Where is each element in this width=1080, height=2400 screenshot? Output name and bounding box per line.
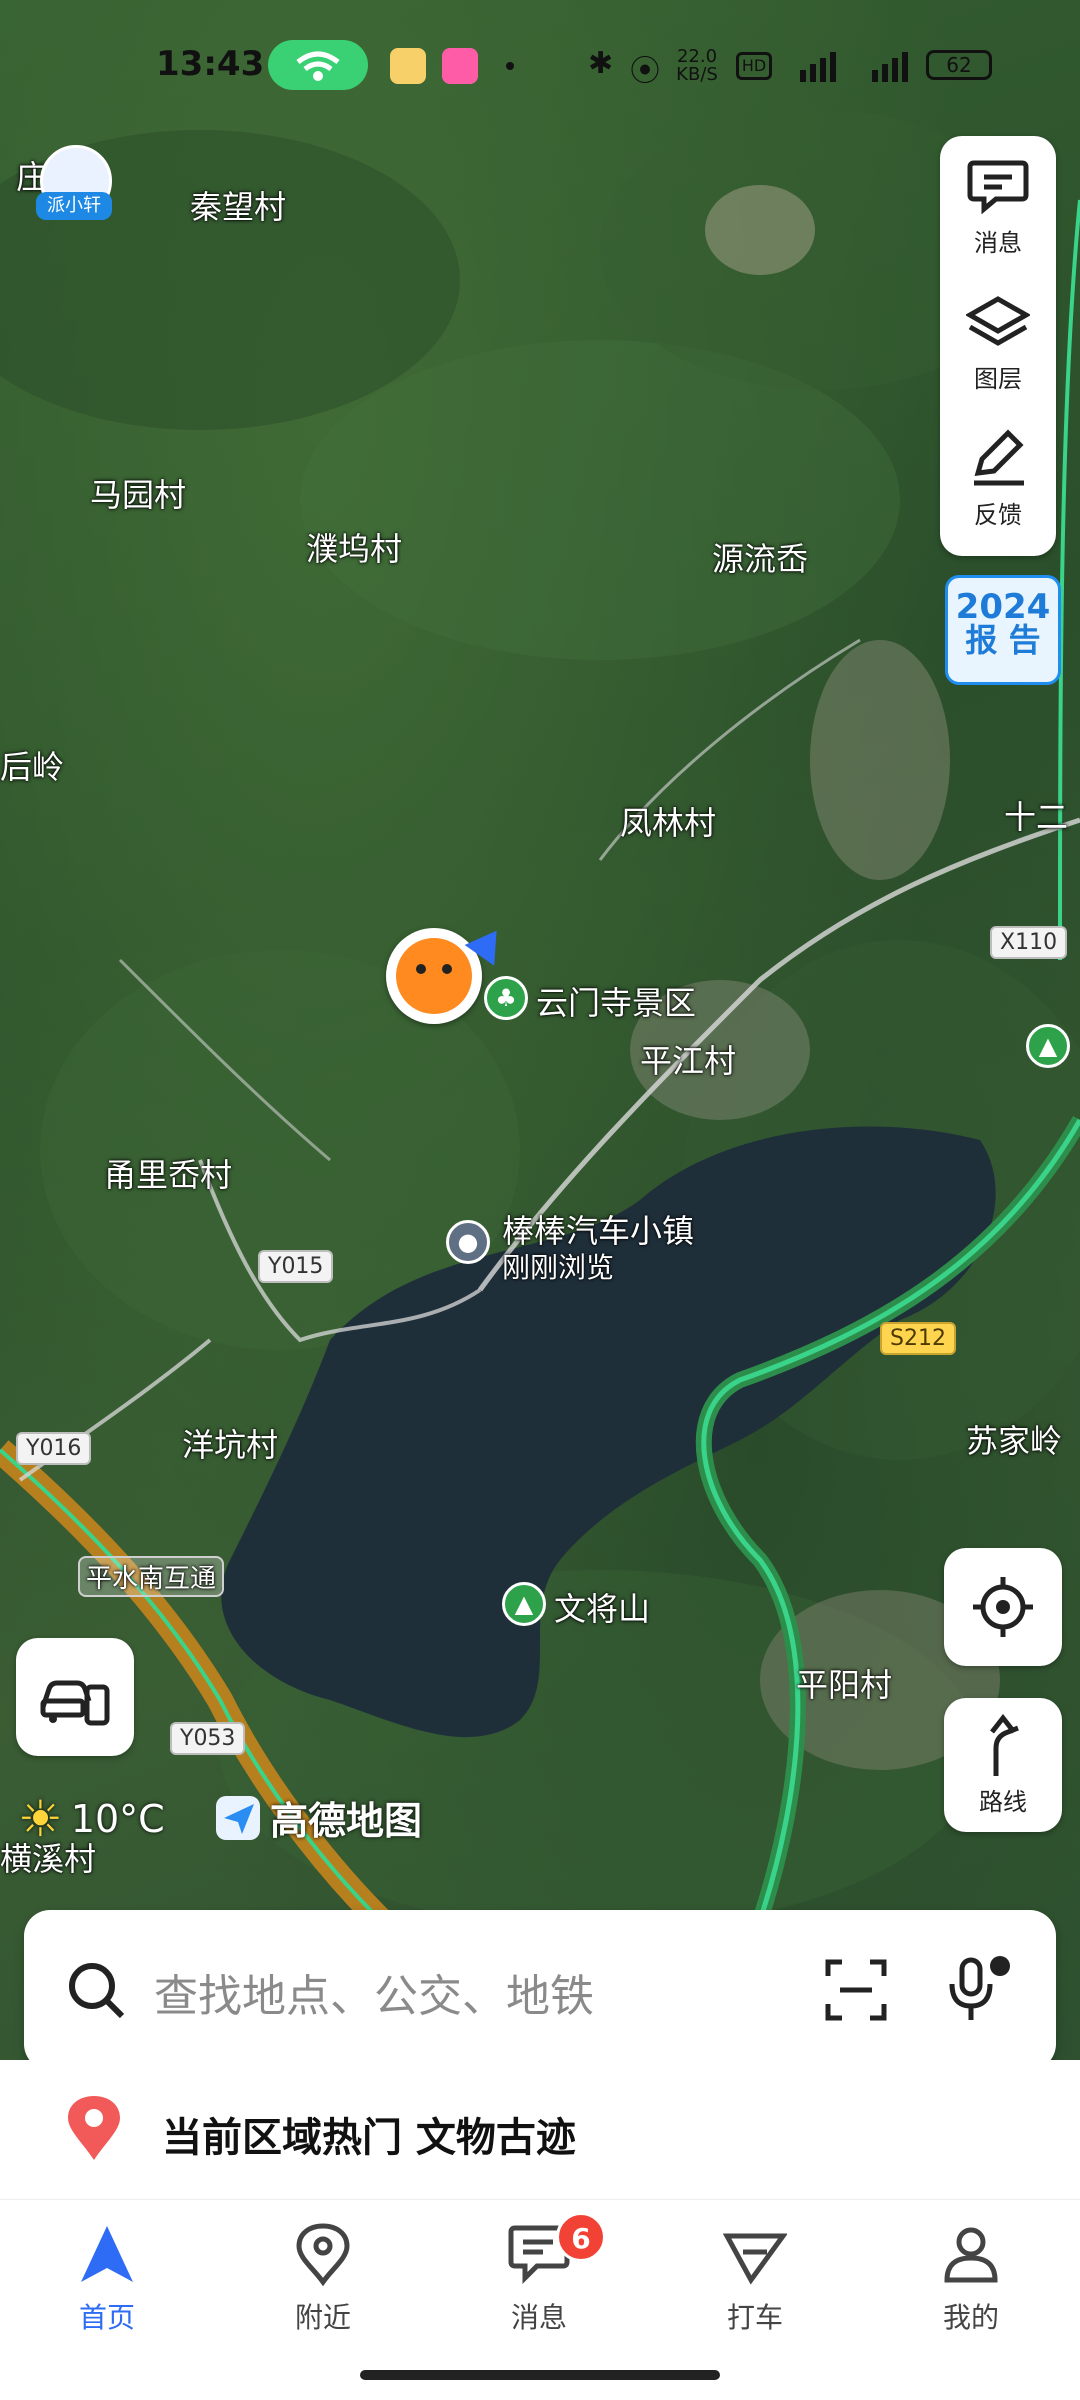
annual-report-badge[interactable]: 2024 报 告 (945, 575, 1061, 685)
search-bar[interactable]: 查找地点、公交、地铁 (24, 1910, 1056, 2070)
hd-icon: HD (736, 52, 772, 80)
map-label[interactable]: 平江村 (640, 1036, 736, 1082)
layers-tool-button[interactable]: 图层 (940, 278, 1056, 408)
map-label[interactable]: 秦望村 (190, 182, 286, 228)
layers-tool-label: 图层 (974, 364, 1022, 393)
user-icon (944, 2227, 998, 2283)
route-button[interactable]: 路线 (944, 1698, 1062, 1832)
edit-icon (974, 428, 1024, 485)
search-input[interactable]: 查找地点、公交、地铁 (154, 1960, 594, 2024)
map-screen: 庄 秦望村 马园村 濮坞村 源流岙 后岭 凤林村 十二 云门寺景区 平江村 甬里… (0, 0, 1080, 2400)
scan-icon[interactable] (824, 1958, 888, 2022)
feedback-tool-button[interactable]: 反馈 (940, 414, 1056, 544)
battery-level: 62 (926, 50, 992, 80)
road-badge: Y053 (170, 1722, 246, 1755)
network-speed: 22.0 KB/S (676, 46, 718, 85)
mountain-poi-icon[interactable]: ▲ (502, 1582, 546, 1626)
report-year: 2024 (955, 587, 1051, 627)
road-badge: Y016 (16, 1432, 92, 1465)
bottom-sheet: 当前区域热门 文物古迹 首页 附近 6 消息 打车 我的 (0, 2060, 1080, 2400)
tab-label: 首页 (78, 2301, 135, 2334)
more-dot-icon (506, 62, 514, 70)
tab-taxi[interactable]: 打车 (680, 2222, 830, 2352)
map-label[interactable]: 甬里岙村 (104, 1150, 232, 1196)
map-label[interactable]: 马园村 (90, 470, 186, 516)
brand-watermark: 高德地图 (214, 1790, 422, 1845)
road-badge: X110 (990, 926, 1068, 959)
tab-label: 打车 (726, 2301, 783, 2334)
assistant-label[interactable]: 派小轩 (36, 192, 112, 220)
map-graphics (0, 110, 1080, 1930)
map-label[interactable]: 濮坞村 (306, 524, 402, 570)
poi-label[interactable]: 文将山 (554, 1584, 650, 1630)
tab-label: 附近 (294, 2301, 351, 2334)
tab-home[interactable]: 首页 (32, 2222, 182, 2352)
route-label: 路线 (979, 1787, 1027, 1816)
wifi-icon (268, 40, 368, 90)
map-pin-icon (296, 2223, 350, 2286)
taxi-icon (723, 2233, 787, 2285)
map-label[interactable]: 平水南互通 (78, 1556, 225, 1597)
road-badge: Y015 (258, 1250, 334, 1283)
car-poi-icon[interactable]: ● (446, 1220, 490, 1264)
home-indicator[interactable] (360, 2370, 720, 2380)
map-label[interactable]: 凤林村 (620, 798, 716, 844)
message-icon (967, 160, 1029, 214)
app-notification-icon (442, 48, 478, 84)
weather-widget[interactable]: ☀ 10°C (18, 1790, 165, 1848)
map-pin-icon (68, 2096, 120, 2160)
poi-label[interactable]: 云门寺景区 (536, 978, 696, 1024)
unread-badge: 6 (556, 2212, 606, 2262)
navigation-arrow-icon (81, 2226, 133, 2282)
route-arrow-icon (990, 1713, 1019, 1776)
weather-temp: 10°C (70, 1797, 165, 1841)
hot-text: 当前区域热门 文物古迹 (162, 2115, 576, 2161)
status-time: 13:43 (156, 44, 265, 84)
layers-icon (966, 295, 1030, 346)
road-badge: S212 (880, 1322, 956, 1355)
tab-label: 消息 (510, 2301, 567, 2334)
bluetooth-icon: ✱ (588, 46, 614, 81)
tab-messages[interactable]: 6 消息 (464, 2212, 614, 2352)
signal-icon (858, 50, 918, 82)
map-canvas[interactable]: 庄 秦望村 马园村 濮坞村 源流岙 后岭 凤林村 十二 云门寺景区 平江村 甬里… (0, 0, 1080, 2060)
map-tool-panel: 消息 图层 反馈 (940, 136, 1056, 556)
map-label[interactable]: 洋坑村 (182, 1420, 278, 1466)
messages-tool-button[interactable]: 消息 (940, 142, 1056, 272)
map-label[interactable]: 平阳村 (796, 1660, 892, 1706)
map-label[interactable]: 十二 (1004, 792, 1068, 838)
scenic-poi-icon[interactable]: ♣ (484, 976, 528, 1020)
signal-icon (786, 50, 846, 82)
tab-nearby[interactable]: 附近 (248, 2222, 398, 2352)
locate-button[interactable] (944, 1548, 1062, 1666)
mountain-poi-icon[interactable]: ▲ (1026, 1024, 1070, 1068)
app-notification-icon (390, 48, 426, 84)
brand-name: 高德地图 (270, 1799, 423, 1843)
car-mode-button[interactable] (16, 1638, 134, 1756)
tab-label: 我的 (942, 2301, 999, 2334)
map-label[interactable]: 后岭 (0, 742, 64, 788)
location-icon: ⦿ (630, 54, 660, 89)
map-label[interactable]: 源流岙 (712, 534, 808, 580)
tab-me[interactable]: 我的 (896, 2222, 1046, 2352)
map-label[interactable]: 苏家岭 (966, 1416, 1062, 1462)
poi-sublabel: 刚刚浏览 (502, 1251, 615, 1284)
user-location-marker[interactable] (386, 920, 512, 1024)
messages-tool-label: 消息 (974, 228, 1022, 257)
search-icon (69, 1963, 125, 2019)
crosshair-icon (973, 1577, 1033, 1637)
sun-icon: ☀ (18, 1790, 63, 1848)
mascot-icon (396, 938, 472, 1014)
hot-recommendation-row[interactable]: 当前区域热门 文物古迹 (0, 2060, 1080, 2200)
status-bar: 13:43 ✱ ⦿ 22.0 KB/S HD 62 (0, 0, 1080, 130)
feedback-tool-label: 反馈 (974, 500, 1022, 529)
report-text: 报 告 (965, 621, 1041, 659)
car-phone-icon (40, 1680, 110, 1726)
voice-mic-icon[interactable] (944, 1954, 1014, 2024)
amap-logo-icon (216, 1795, 260, 1840)
